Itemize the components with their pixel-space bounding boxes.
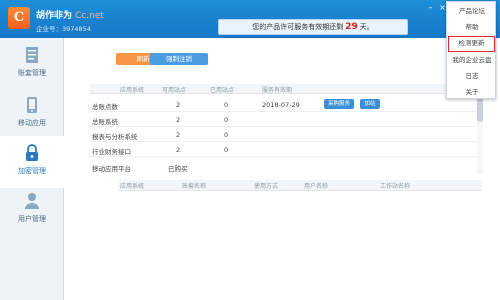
notice-prefix: 您的产品许可服务有效期还剩 bbox=[252, 23, 344, 31]
cell-available: 2 bbox=[176, 146, 181, 154]
cell-used: 0 bbox=[224, 146, 229, 154]
cell-used: 0 bbox=[224, 101, 229, 109]
column-header: 用户名称 bbox=[304, 183, 329, 190]
sidebar-item-label: 账套管理 bbox=[18, 69, 46, 77]
column-header: 应用系统 bbox=[120, 183, 145, 190]
apps-table-header: 应用系统 可用站点 已用站点 服务有效期 bbox=[90, 84, 486, 94]
app-logo: C bbox=[8, 7, 30, 29]
cell-system: 总账系统 bbox=[92, 118, 118, 126]
cell-system: 报表与分析系统 bbox=[92, 133, 138, 141]
menu-item-log[interactable]: 日志 bbox=[447, 68, 497, 84]
menu-item-forum[interactable]: 产品论坛 bbox=[447, 3, 497, 19]
lock-icon bbox=[24, 144, 40, 162]
cell-expiry: 2018-07-29 bbox=[262, 101, 300, 109]
cell-available: 2 bbox=[176, 116, 181, 124]
table-row[interactable]: 报表与分析系统 2 0 bbox=[90, 127, 476, 142]
menu-item-about[interactable]: 关于 bbox=[447, 84, 497, 100]
cell-system: 行业财务接口 bbox=[92, 148, 131, 156]
cell-available: 2 bbox=[176, 101, 181, 109]
sessions-table-header: 应用系统 账套名称 使用方式 用户名称 工作站名称 bbox=[118, 180, 482, 191]
column-header: 工作站名称 bbox=[380, 183, 411, 190]
company-code-label: 企业号： bbox=[36, 25, 62, 33]
sidebar: 账套管理 移动应用 加密管理 用户管理 bbox=[0, 38, 65, 300]
notice-days: 29 bbox=[345, 22, 358, 32]
buy-service-button[interactable]: 采购服务 bbox=[324, 99, 354, 109]
brand-name: 胡作非为 Cc.net bbox=[36, 8, 104, 21]
menu-item-cloud-drive[interactable]: 我的企业云盘 bbox=[447, 52, 497, 68]
cell-available: 2 bbox=[176, 131, 181, 139]
notice-suffix: 天。 bbox=[359, 23, 374, 31]
app-header: C 胡作非为 Cc.net 企业号：3974854 您的产品许可服务有效期还剩 29… bbox=[0, 0, 500, 38]
column-header: 服务有效期 bbox=[262, 87, 293, 94]
cell-used: 0 bbox=[224, 116, 229, 124]
column-header: 可用站点 bbox=[162, 87, 187, 94]
column-header: 账套名称 bbox=[182, 183, 207, 190]
brand-suffix: Cc.net bbox=[75, 11, 104, 21]
user-icon bbox=[24, 192, 40, 210]
table-row[interactable]: 总账系统 2 0 bbox=[90, 112, 476, 127]
sidebar-item-mobile[interactable]: 移动应用 bbox=[0, 88, 64, 140]
settings-dropdown-menu: 产品论坛 帮助 检测更新 我的企业云盘 日志 关于 bbox=[446, 1, 496, 99]
cell-system: 总账点数 bbox=[92, 103, 118, 111]
table-row[interactable]: 行业财务接口 2 0 bbox=[90, 142, 476, 157]
table-row[interactable]: 总账点数 2 0 2018-07-29 采购服务 加站 bbox=[90, 97, 476, 112]
company-code-value: 3974854 bbox=[62, 25, 91, 33]
column-header: 使用方式 bbox=[254, 183, 279, 190]
menu-item-help[interactable]: 帮助 bbox=[447, 19, 497, 35]
force-logout-button[interactable]: 强制注销 bbox=[150, 53, 208, 65]
column-header: 已用站点 bbox=[210, 87, 235, 94]
license-notice: 您的产品许可服务有效期还剩 29 天。 bbox=[218, 19, 408, 35]
mobile-icon bbox=[24, 96, 40, 114]
sidebar-item-encryption[interactable]: 加密管理 bbox=[0, 136, 65, 188]
minimize-icon[interactable]: – bbox=[426, 3, 435, 12]
menu-item-check-update[interactable]: 检测更新 bbox=[448, 36, 495, 52]
company-code: 企业号：3974854 bbox=[36, 23, 91, 33]
brand-name-text: 胡作非为 bbox=[36, 11, 73, 21]
sidebar-item-label: 移动应用 bbox=[18, 119, 46, 127]
sidebar-item-users[interactable]: 用户管理 bbox=[0, 184, 64, 236]
cell-available: 已购买 bbox=[168, 165, 188, 173]
cell-used: 0 bbox=[224, 131, 229, 139]
cell-system: 移动应用平台 bbox=[92, 165, 131, 173]
account-book-icon bbox=[24, 46, 40, 64]
sidebar-item-label: 加密管理 bbox=[18, 167, 46, 175]
table-row[interactable]: 移动应用平台 已购买 bbox=[90, 159, 476, 174]
sidebar-item-accounts[interactable]: 账套管理 bbox=[0, 38, 64, 90]
add-station-button[interactable]: 加站 bbox=[360, 99, 380, 109]
sidebar-item-label: 用户管理 bbox=[18, 215, 46, 223]
column-header: 应用系统 bbox=[120, 87, 145, 94]
